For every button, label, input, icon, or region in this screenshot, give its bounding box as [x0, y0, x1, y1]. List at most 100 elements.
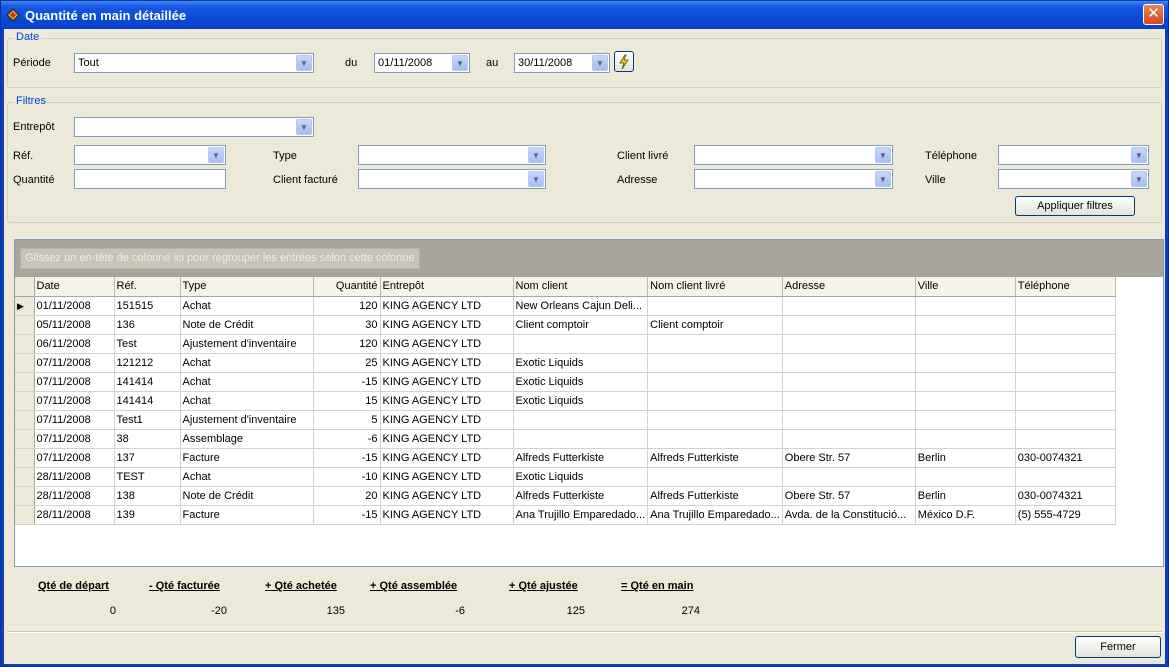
cell-type[interactable]: Facture	[180, 505, 314, 525]
cell-address[interactable]	[782, 391, 916, 411]
column-header-ref[interactable]: Réf.	[114, 277, 181, 297]
table-row[interactable]: 07/11/2008 141414 Achat -15 KING AGENCY LTD E…	[15, 372, 1116, 392]
cell-quantity[interactable]: 20	[313, 486, 381, 506]
table-row[interactable]: 07/11/2008 141414 Achat 15 KING AGENCY LTD Ex…	[15, 391, 1116, 411]
cell-ref[interactable]: 138	[114, 486, 181, 506]
cell-warehouse[interactable]: KING AGENCY LTD	[380, 315, 514, 335]
row-selector[interactable]	[15, 467, 35, 487]
ref-select[interactable]: ▼	[74, 145, 226, 165]
column-header-quantity[interactable]: Quantité	[313, 277, 381, 297]
cell-quantity[interactable]: -6	[313, 429, 381, 449]
cell-quantity[interactable]: -15	[313, 448, 381, 468]
cell-type[interactable]: Assemblage	[180, 429, 314, 449]
cell-quantity[interactable]: 5	[313, 410, 381, 430]
cell-address[interactable]	[782, 334, 916, 354]
cell-phone[interactable]: (5) 555-4729	[1015, 505, 1116, 525]
cell-type[interactable]: Ajustement d'inventaire	[180, 410, 314, 430]
cell-address[interactable]	[782, 372, 916, 392]
cell-type[interactable]: Achat	[180, 353, 314, 373]
cell-ref[interactable]: 141414	[114, 372, 181, 392]
row-selector[interactable]	[15, 353, 35, 373]
column-header-address[interactable]: Adresse	[782, 277, 916, 297]
cell-address[interactable]	[782, 410, 916, 430]
cell-warehouse[interactable]: KING AGENCY LTD	[380, 391, 514, 411]
cell-delivered-client[interactable]	[647, 391, 783, 411]
cell-client-name[interactable]: New Orleans Cajun Deli...	[513, 296, 649, 316]
table-row[interactable]: 07/11/2008 38 Assemblage -6 KING AGENCY LTD	[15, 429, 1116, 449]
cell-ref[interactable]: Test1	[114, 410, 181, 430]
cell-phone[interactable]	[1015, 467, 1116, 487]
cell-quantity[interactable]: 15	[313, 391, 381, 411]
cell-city[interactable]: Berlin	[915, 486, 1016, 506]
table-row[interactable]: 07/11/2008 137 Facture -15 KING AGENCY LTD Al…	[15, 448, 1116, 468]
delivered-client-select[interactable]: ▼	[694, 145, 893, 165]
phone-select[interactable]: ▼	[998, 145, 1149, 165]
cell-address[interactable]: Avda. de la Constitució...	[782, 505, 916, 525]
cell-delivered-client[interactable]	[647, 296, 783, 316]
cell-delivered-client[interactable]	[647, 372, 783, 392]
cell-ref[interactable]: Test	[114, 334, 181, 354]
cell-phone[interactable]	[1015, 353, 1116, 373]
cell-date[interactable]: 01/11/2008	[34, 296, 115, 316]
row-selector[interactable]	[15, 486, 35, 506]
cell-quantity[interactable]: 120	[313, 296, 381, 316]
cell-ref[interactable]: 136	[114, 315, 181, 335]
cell-delivered-client[interactable]	[647, 334, 783, 354]
cell-city[interactable]	[915, 429, 1016, 449]
cell-city[interactable]	[915, 353, 1016, 373]
cell-date[interactable]: 07/11/2008	[34, 429, 115, 449]
chevron-down-icon[interactable]: ▼	[296, 55, 312, 71]
cell-phone[interactable]: 030-0074321	[1015, 486, 1116, 506]
cell-date[interactable]: 05/11/2008	[34, 315, 115, 335]
cell-address[interactable]	[782, 429, 916, 449]
to-date-picker[interactable]: 30/11/2008 ▼	[514, 53, 610, 73]
chevron-down-icon[interactable]: ▼	[296, 119, 312, 135]
apply-filters-button[interactable]: Appliquer filtres	[1015, 196, 1135, 216]
column-header-warehouse[interactable]: Entrepôt	[380, 277, 514, 297]
cell-type[interactable]: Ajustement d'inventaire	[180, 334, 314, 354]
row-selector[interactable]	[15, 410, 35, 430]
close-window-button[interactable]: ✕	[1143, 4, 1164, 25]
cell-date[interactable]: 28/11/2008	[34, 467, 115, 487]
row-selector[interactable]	[15, 391, 35, 411]
row-selector[interactable]	[15, 448, 35, 468]
cell-delivered-client[interactable]: Ana Trujillo Emparedado...	[647, 505, 783, 525]
chevron-down-icon[interactable]: ▼	[528, 171, 544, 187]
table-row[interactable]: 28/11/2008 138 Note de Crédit 20 KING AGENCY…	[15, 486, 1116, 506]
cell-ref[interactable]: 121212	[114, 353, 181, 373]
cell-city[interactable]	[915, 315, 1016, 335]
cell-city[interactable]: México D.F.	[915, 505, 1016, 525]
cell-address[interactable]: Obere Str. 57	[782, 486, 916, 506]
cell-type[interactable]: Facture	[180, 448, 314, 468]
cell-client-name[interactable]: Alfreds Futterkiste	[513, 486, 649, 506]
cell-address[interactable]	[782, 353, 916, 373]
cell-type[interactable]: Achat	[180, 372, 314, 392]
address-select[interactable]: ▼	[694, 169, 893, 189]
cell-type[interactable]: Note de Crédit	[180, 486, 314, 506]
cell-date[interactable]: 06/11/2008	[34, 334, 115, 354]
row-selector[interactable]	[15, 505, 35, 525]
row-selector[interactable]	[15, 429, 35, 449]
qty-input[interactable]	[74, 169, 226, 189]
cell-type[interactable]: Achat	[180, 391, 314, 411]
column-header-date[interactable]: Date	[34, 277, 115, 297]
table-row[interactable]: 28/11/2008 TEST Achat -10 KING AGENCY LTD Exo…	[15, 467, 1116, 487]
cell-client-name[interactable]: Exotic Liquids	[513, 353, 649, 373]
from-date-picker[interactable]: 01/11/2008 ▼	[374, 53, 470, 73]
data-grid[interactable]: Glissez un en-tête de colonne ici pour r…	[14, 239, 1164, 567]
cell-quantity[interactable]: 30	[313, 315, 381, 335]
cell-type[interactable]: Note de Crédit	[180, 315, 314, 335]
cell-phone[interactable]	[1015, 334, 1116, 354]
cell-ref[interactable]: 38	[114, 429, 181, 449]
cell-warehouse[interactable]: KING AGENCY LTD	[380, 372, 514, 392]
cell-address[interactable]	[782, 296, 916, 316]
period-select[interactable]: Tout ▼	[74, 53, 314, 73]
cell-client-name[interactable]	[513, 410, 649, 430]
table-row[interactable]: 05/11/2008 136 Note de Crédit 30 KING AGENCY…	[15, 315, 1116, 335]
cell-city[interactable]	[915, 391, 1016, 411]
title-bar[interactable]: Quantité en main détaillée ✕	[1, 1, 1168, 29]
cell-client-name[interactable]: Alfreds Futterkiste	[513, 448, 649, 468]
cell-address[interactable]	[782, 315, 916, 335]
cell-date[interactable]: 07/11/2008	[34, 410, 115, 430]
column-header-city[interactable]: Ville	[915, 277, 1016, 297]
